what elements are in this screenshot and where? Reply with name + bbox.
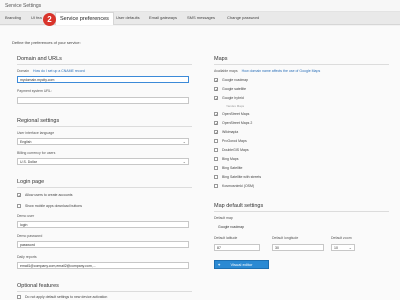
allow-accounts-label: Allow users to create accounts — [25, 193, 73, 197]
map-bing-satellite-streets-checkbox[interactable] — [214, 175, 218, 179]
domain-label: Domain How do I set up a CNAME record — [17, 69, 85, 73]
map-google-roadmap-label: Google roadmap — [222, 78, 249, 82]
language-select[interactable]: English ⌄ — [17, 138, 189, 145]
default-zoom-value: 10 — [334, 246, 338, 250]
login-section-rule — [17, 187, 192, 188]
map-google-hybrid-checkbox[interactable]: ✓ — [214, 96, 218, 101]
map-google-roadmap-checkbox[interactable]: ✓ — [214, 78, 218, 83]
visual-editor-button[interactable]: ⌖ Visual editor — [214, 260, 269, 269]
map-defaults-section-title: Map default settings — [214, 203, 264, 209]
chevron-down-icon: ⌄ — [348, 245, 352, 250]
optional-section-rule — [17, 291, 192, 292]
map-google-satellite-label: Google satellite — [222, 87, 247, 91]
maps-section-rule — [214, 64, 389, 65]
window-titlebar: Service Settings — [0, 0, 400, 12]
map-openstreet-label: OpenStreet Maps — [222, 112, 250, 116]
domain-section-rule — [17, 64, 192, 65]
tab-sms-messages[interactable]: SMS messages — [187, 15, 215, 20]
map-openstreet2-checkbox[interactable]: ✓ — [214, 121, 218, 126]
map-kosmosnimki-checkbox[interactable] — [214, 184, 218, 188]
map-bing-satellite-label: Bing Satellite — [222, 166, 243, 170]
tab-ui-features[interactable]: UI fea — [31, 15, 42, 20]
currency-value: U.S. Dollar — [20, 160, 37, 164]
map-marker-icon: ⌖ — [218, 262, 221, 267]
visual-editor-label: Visual editor — [230, 262, 253, 267]
tab-change-password[interactable]: Change password — [227, 15, 259, 20]
map-bing-checkbox[interactable] — [214, 157, 218, 161]
no-defaults-label: Do not apply default settings to new dev… — [25, 295, 108, 299]
default-longitude-label: Default longitude — [272, 236, 299, 240]
regional-section-rule — [17, 126, 192, 127]
demo-password-input[interactable]: password — [17, 241, 189, 248]
maps-section-title: Maps — [214, 56, 228, 62]
tab-service-preferences[interactable]: Service preferences — [55, 12, 114, 25]
settings-tabs: Branding UI fea Service preferences User… — [0, 12, 400, 25]
language-value: English — [20, 140, 32, 144]
domain-section-title: Domain and URLs — [17, 56, 62, 62]
chevron-down-icon: ⌄ — [182, 159, 186, 164]
tab-email-gateways[interactable]: Email gateways — [149, 15, 177, 20]
step-badge: 2 — [43, 13, 56, 26]
default-zoom-select[interactable]: 10 ⌄ — [331, 244, 355, 251]
no-defaults-checkbox[interactable] — [17, 295, 21, 299]
map-progorod-checkbox[interactable] — [214, 139, 218, 143]
cname-help-link[interactable]: How do I set up a CNAME record — [33, 69, 85, 73]
map-defaults-section-rule — [214, 211, 389, 212]
map-google-hybrid-label: Google hybrid — [222, 96, 244, 100]
intro-text: Define the preferences of your service: — [12, 40, 81, 45]
map-progorod-label: ProGorod Maps — [222, 139, 247, 143]
map-wikimapia-checkbox[interactable]: ✓ — [214, 130, 218, 135]
map-kosmosnimki-label: Kosmosnimki (OSM) — [222, 184, 255, 188]
demo-user-label: Demo user — [17, 214, 35, 218]
default-map-value[interactable]: Google roadmap — [218, 225, 244, 229]
map-bing-satellite-streets-label: Bing Satellite with streets — [222, 175, 262, 179]
chevron-down-icon: ⌄ — [182, 139, 186, 144]
currency-label: Billing currency for users — [17, 151, 56, 155]
map-wikimapia-label: Wikimapia — [222, 130, 239, 134]
google-maps-domain-link[interactable]: How domain name affects the use of Googl… — [242, 69, 321, 73]
map-openstreet-checkbox[interactable]: ✓ — [214, 112, 218, 117]
login-section-title: Login page — [17, 179, 45, 185]
map-doublegis-label: DoubleGIS Maps — [222, 148, 249, 152]
language-label: User interface language — [17, 131, 55, 135]
default-latitude-input[interactable]: 87 — [214, 244, 260, 251]
window-title: Service Settings — [5, 3, 42, 9]
show-mobile-label: Show mobile apps download buttons — [25, 204, 83, 208]
default-map-label: Default map — [214, 216, 233, 220]
map-google-satellite-checkbox[interactable]: ✓ — [214, 87, 218, 92]
map-bing-label: Bing Maps — [222, 157, 239, 161]
allow-accounts-checkbox[interactable]: ✓ — [17, 193, 21, 198]
available-maps-label: Available maps How domain name affects t… — [214, 69, 321, 73]
tab-branding[interactable]: Branding — [5, 15, 21, 20]
payment-url-label: Payment system URL: — [17, 89, 52, 93]
optional-section-title: Optional features — [17, 283, 59, 289]
default-zoom-label: Default zoom — [331, 236, 352, 240]
map-bing-satellite-checkbox[interactable] — [214, 166, 218, 170]
regional-section-title: Regional settings — [17, 118, 60, 124]
demo-user-input[interactable]: login — [17, 221, 189, 228]
default-longitude-input[interactable]: 30 — [272, 244, 324, 251]
currency-select[interactable]: U.S. Dollar ⌄ — [17, 158, 189, 165]
yandex-maps-note: Yandex Maps — [226, 104, 245, 108]
daily-reports-input[interactable]: email1@company.com,email2@company.com,..… — [17, 262, 189, 269]
map-doublegis-checkbox[interactable] — [214, 148, 218, 152]
default-latitude-label: Default latitude — [214, 236, 238, 240]
domain-input[interactable]: mydomain.mycity.com — [17, 76, 189, 83]
map-openstreet2-label: OpenStreet Maps 2 — [222, 121, 253, 125]
demo-password-label: Demo password — [17, 234, 43, 238]
daily-reports-label: Daily reports — [17, 255, 37, 259]
show-mobile-checkbox[interactable] — [17, 204, 21, 208]
payment-url-input[interactable] — [17, 97, 189, 104]
tab-user-defaults[interactable]: User defaults — [116, 15, 140, 20]
